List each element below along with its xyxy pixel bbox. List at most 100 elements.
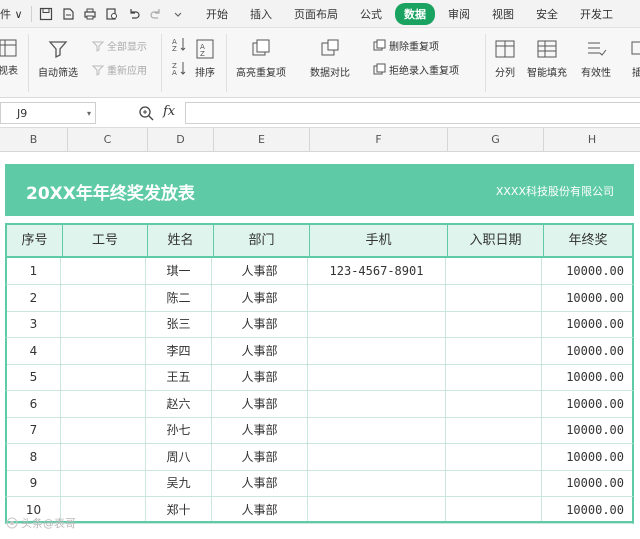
cell-hire-date[interactable]	[446, 311, 542, 337]
cell-bonus[interactable]: 10000.00	[542, 338, 632, 364]
split-column-button[interactable]: 分列	[494, 38, 516, 79]
undo-icon[interactable]	[123, 3, 145, 25]
cell-bonus[interactable]: 10000.00	[542, 470, 632, 496]
header-id[interactable]: 工号	[63, 225, 148, 256]
autofilter-button[interactable]: 自动筛选	[38, 38, 78, 79]
cell-dept[interactable]: 人事部	[212, 470, 308, 496]
cell-phone[interactable]	[308, 311, 446, 337]
cell-no[interactable]: 2	[7, 284, 61, 311]
cell-name[interactable]: 吴九	[146, 470, 212, 496]
cell-dept[interactable]: 人事部	[212, 417, 308, 443]
cell-bonus[interactable]: 10000.00	[542, 417, 632, 443]
tab-page-layout[interactable]: 页面布局	[285, 3, 347, 25]
reject-duplicates-button[interactable]: 拒绝录入重复项	[373, 62, 459, 77]
cell-id[interactable]	[61, 364, 146, 390]
data-compare-button[interactable]: 数据对比	[310, 38, 350, 79]
tab-view[interactable]: 视图	[483, 3, 523, 25]
cell-no[interactable]: 3	[7, 311, 61, 337]
column-header-g[interactable]: G	[448, 128, 544, 152]
cell-hire-date[interactable]	[446, 258, 542, 284]
cell-phone[interactable]	[308, 470, 446, 496]
cell-bonus[interactable]: 10000.00	[542, 285, 632, 311]
cell-id[interactable]	[61, 390, 146, 417]
cell-dept[interactable]: 人事部	[212, 390, 308, 417]
validity-button[interactable]: 有效性	[581, 38, 611, 79]
cell-no[interactable]: 6	[7, 390, 61, 417]
column-header-c[interactable]: C	[68, 128, 148, 152]
cell-name[interactable]: 孙七	[146, 417, 212, 443]
header-no[interactable]: 序号	[7, 225, 63, 256]
cell-dept[interactable]: 人事部	[212, 284, 308, 311]
cell-dept[interactable]: 人事部	[212, 496, 308, 523]
cell-dept[interactable]: 人事部	[212, 311, 308, 337]
formula-input[interactable]	[185, 102, 640, 124]
fx-icon[interactable]: fx	[163, 104, 175, 119]
cell-id[interactable]	[61, 311, 146, 337]
cell-id[interactable]	[61, 470, 146, 496]
cell-phone[interactable]	[308, 496, 446, 523]
cell-id[interactable]	[61, 284, 146, 311]
smart-fill-button[interactable]: 智能填充	[527, 38, 567, 79]
insert-dropdown-button[interactable]: 插	[630, 38, 640, 79]
cell-no[interactable]: 7	[7, 417, 61, 443]
cell-name[interactable]: 郑十	[146, 496, 212, 523]
cell-hire-date[interactable]	[446, 390, 542, 417]
save-icon[interactable]	[35, 3, 57, 25]
tab-data[interactable]: 数据	[395, 2, 435, 25]
cell-bonus[interactable]: 10000.00	[542, 497, 632, 523]
cell-hire-date[interactable]	[446, 496, 542, 523]
cell-bonus[interactable]: 10000.00	[542, 364, 632, 390]
cell-name[interactable]: 张三	[146, 311, 212, 337]
cell-bonus[interactable]: 10000.00	[542, 391, 632, 417]
tab-review[interactable]: 审阅	[439, 3, 479, 25]
column-header-h[interactable]: H	[544, 128, 640, 152]
highlight-duplicates-button[interactable]: 高亮重复项	[236, 38, 286, 79]
cell-dept[interactable]: 人事部	[212, 364, 308, 390]
cell-no[interactable]: 5	[7, 364, 61, 390]
chevron-down-icon[interactable]: ▾	[87, 109, 91, 118]
cell-id[interactable]	[61, 337, 146, 364]
reapply-button[interactable]: 重新应用	[92, 62, 147, 77]
remove-duplicates-button[interactable]: 删除重复项	[373, 38, 439, 53]
cell-phone[interactable]	[308, 284, 446, 311]
export-icon[interactable]	[57, 3, 79, 25]
print-icon[interactable]	[79, 3, 101, 25]
cell-bonus[interactable]: 10000.00	[542, 258, 632, 284]
header-bonus[interactable]: 年终奖	[544, 225, 632, 256]
print-preview-icon[interactable]	[101, 3, 123, 25]
cell-name[interactable]: 李四	[146, 337, 212, 364]
column-header-d[interactable]: D	[148, 128, 214, 152]
cell-hire-date[interactable]	[446, 284, 542, 311]
cell-phone[interactable]: 123-4567-8901	[308, 258, 446, 284]
cell-no[interactable]: 1	[7, 258, 61, 284]
sort-ascending-button[interactable]: AZ	[171, 36, 190, 52]
cell-name[interactable]: 赵六	[146, 390, 212, 417]
cell-phone[interactable]	[308, 417, 446, 443]
sort-descending-button[interactable]: ZA	[171, 60, 190, 76]
tab-security[interactable]: 安全	[527, 3, 567, 25]
cell-name[interactable]: 王五	[146, 364, 212, 390]
name-box[interactable]: J9 ▾	[0, 102, 96, 124]
tab-formula[interactable]: 公式	[351, 3, 391, 25]
tab-start[interactable]: 开始	[197, 3, 237, 25]
cell-name[interactable]: 琪一	[146, 258, 212, 284]
file-menu[interactable]: 件 ∨	[0, 6, 28, 22]
customize-dropdown-icon[interactable]	[167, 3, 189, 25]
cell-no[interactable]: 8	[7, 443, 61, 470]
column-header-f[interactable]: F	[310, 128, 448, 152]
header-dept[interactable]: 部门	[214, 225, 310, 256]
cell-hire-date[interactable]	[446, 364, 542, 390]
column-header-b[interactable]: B	[0, 128, 68, 152]
pivot-table-button[interactable]: 视表	[0, 38, 18, 77]
cell-id[interactable]	[61, 417, 146, 443]
show-all-button[interactable]: 全部显示	[92, 38, 147, 53]
header-name[interactable]: 姓名	[148, 225, 214, 256]
column-header-e[interactable]: E	[214, 128, 310, 152]
header-phone[interactable]: 手机	[310, 225, 448, 256]
cell-id[interactable]	[61, 258, 146, 284]
cell-bonus[interactable]: 10000.00	[542, 444, 632, 470]
cell-name[interactable]: 周八	[146, 443, 212, 470]
cell-dept[interactable]: 人事部	[212, 443, 308, 470]
zoom-formula-icon[interactable]	[138, 105, 154, 125]
cell-dept[interactable]: 人事部	[212, 258, 308, 284]
